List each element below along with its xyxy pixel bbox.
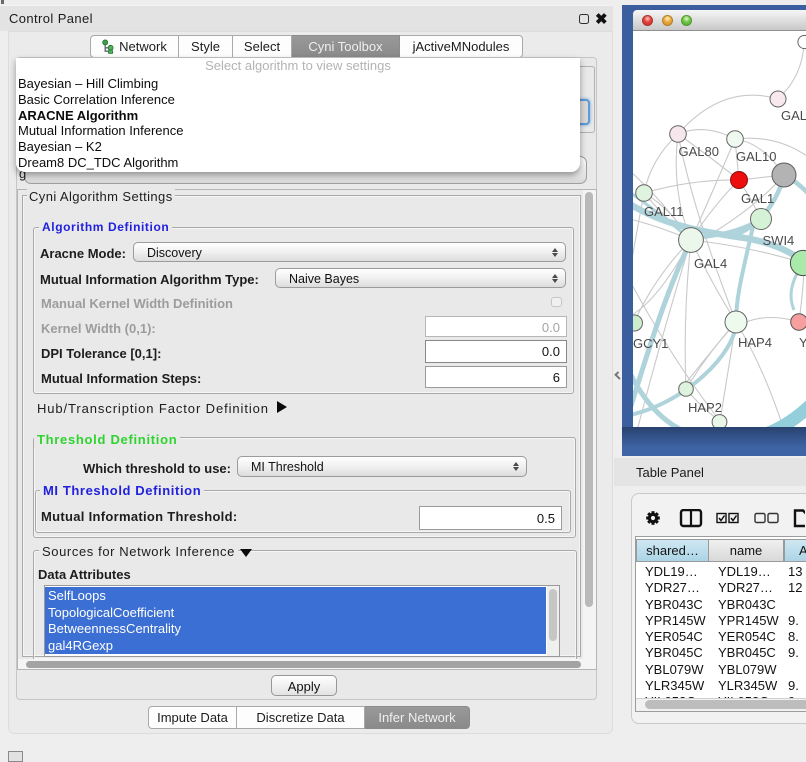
svg-text:GAL80: GAL80 <box>679 144 719 159</box>
svg-text:Y: Y <box>799 335 806 350</box>
svg-text:GCY1: GCY1 <box>633 336 668 351</box>
svg-text:GAL11: GAL11 <box>644 204 684 219</box>
svg-text:SWI4: SWI4 <box>763 233 795 248</box>
svg-text:GAL4: GAL4 <box>694 256 727 271</box>
svg-text:HAP2: HAP2 <box>688 400 722 415</box>
svg-text:GAL: GAL <box>781 108 806 123</box>
svg-text:GAL10: GAL10 <box>736 149 776 164</box>
svg-text:HAP4: HAP4 <box>738 335 772 350</box>
svg-text:GAL1: GAL1 <box>741 191 774 206</box>
